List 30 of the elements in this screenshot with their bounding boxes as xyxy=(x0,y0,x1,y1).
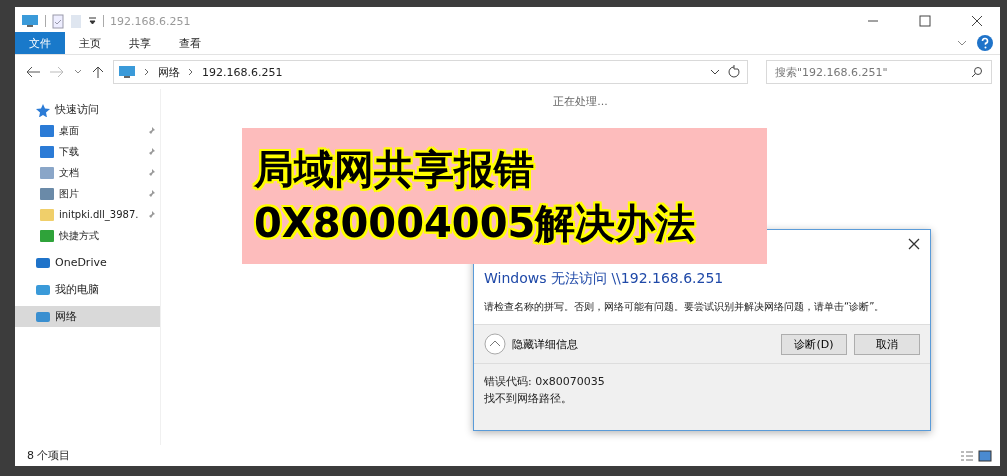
dialog-heading: Windows 无法访问 \\192.168.6.251 xyxy=(484,270,725,288)
details-toggle[interactable]: 隐藏详细信息 xyxy=(484,333,578,355)
sidebar-item[interactable]: 快速访问 xyxy=(15,99,160,120)
error-description: 找不到网络路径。 xyxy=(484,391,573,406)
ribbon-tab[interactable]: 主页 xyxy=(65,32,115,54)
sidebar-item[interactable]: 网络 xyxy=(15,306,160,327)
breadcrumb[interactable]: 192.168.6.251 xyxy=(202,65,283,79)
ribbon-tab[interactable]: 文件 xyxy=(15,32,65,54)
error-code: 错误代码: 0x80070035 xyxy=(484,374,606,389)
ribbon-tab[interactable]: 查看 xyxy=(165,32,215,54)
sidebar-item[interactable]: 下载 xyxy=(15,141,160,162)
status-message: 正在处理... xyxy=(553,94,608,108)
sidebar-item[interactable]: 我的电脑 xyxy=(15,279,160,300)
sidebar-item[interactable]: 快捷方式 xyxy=(15,225,160,246)
ribbon-tab[interactable]: 共享 xyxy=(115,32,165,54)
banner-heading: 0X80004005解决办法 xyxy=(254,199,697,247)
item-count: 8 个项目 xyxy=(27,448,71,463)
dialog-button[interactable]: 取消 xyxy=(854,333,920,355)
sidebar-item[interactable]: initpki.dll_3987. xyxy=(15,204,160,225)
dialog-button[interactable]: 诊断(D) xyxy=(781,333,847,355)
window-title: 192.168.6.251 xyxy=(110,14,191,28)
sidebar-item[interactable]: 文档 xyxy=(15,162,160,183)
banner-heading: 局域网共享报错 xyxy=(254,145,535,193)
search-field[interactable]: 搜索"192.168.6.251" xyxy=(766,60,992,84)
sidebar-item[interactable]: 桌面 xyxy=(15,120,160,141)
address-bar[interactable]: 网络 192.168.6.251 xyxy=(113,60,748,84)
sidebar-item[interactable]: 图片 xyxy=(15,183,160,204)
dialog-message: 请检查名称的拼写。否则，网络可能有问题。要尝试识别并解决网络问题，请单击“诊断”。 xyxy=(484,300,886,314)
breadcrumb[interactable]: 网络 xyxy=(158,64,180,80)
sidebar-item[interactable]: OneDrive xyxy=(15,252,160,273)
